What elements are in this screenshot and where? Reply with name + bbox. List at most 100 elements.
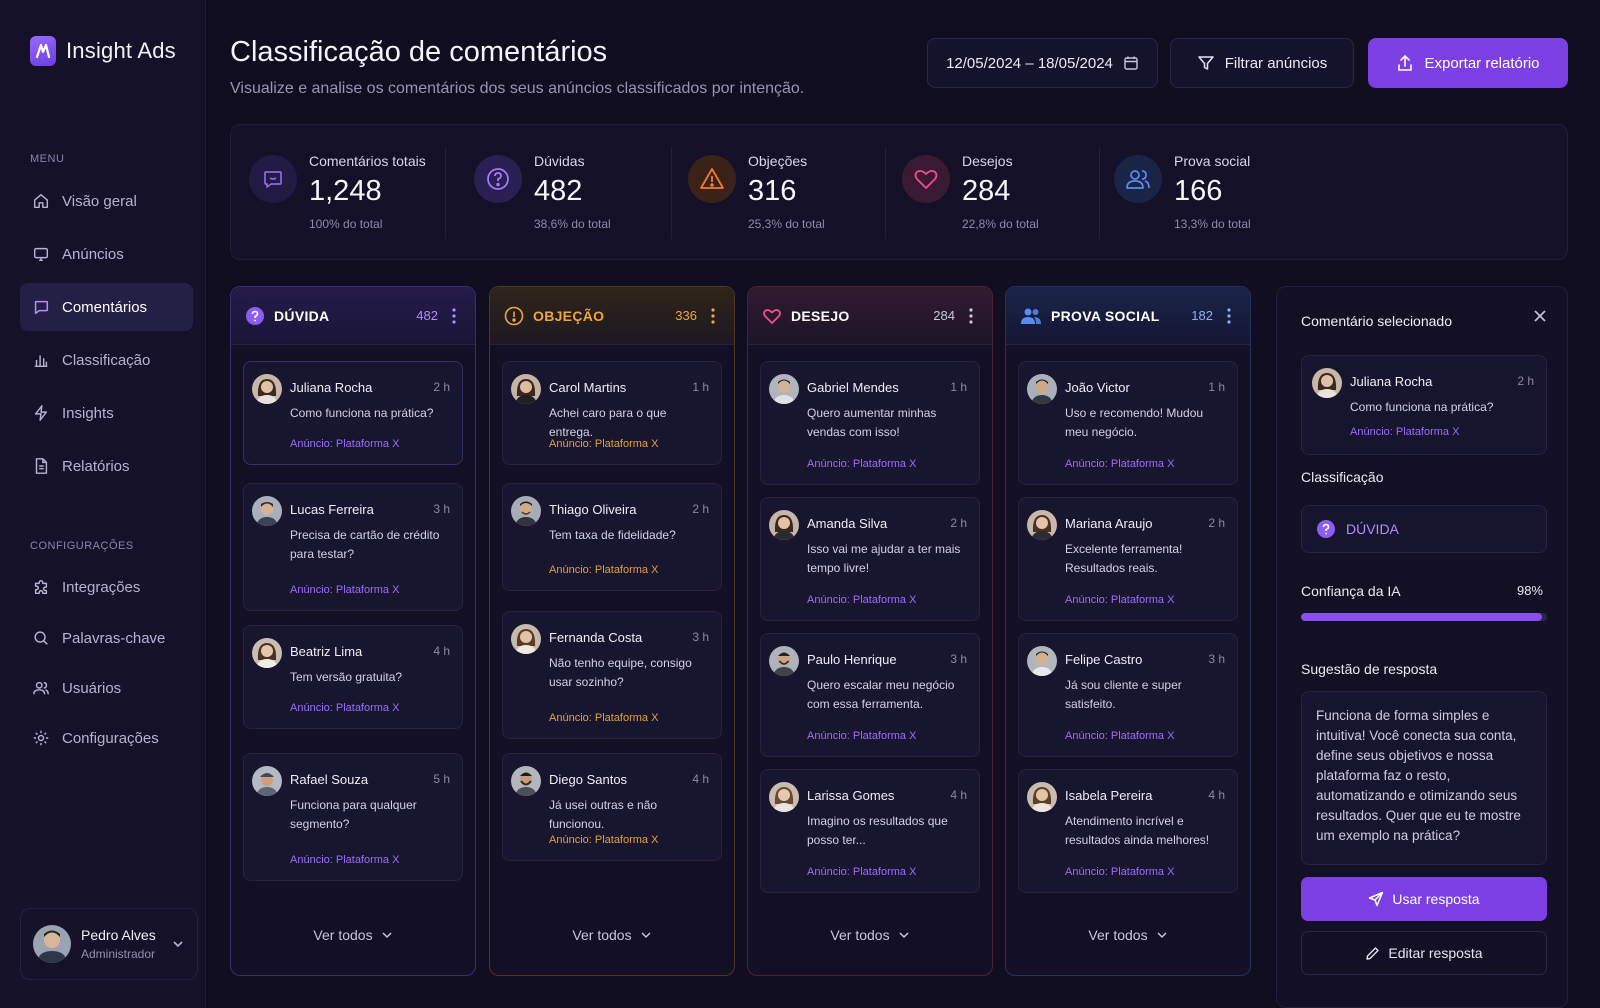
- ad-link[interactable]: Anúncio: Plataforma X: [549, 712, 658, 724]
- ad-link[interactable]: Anúncio: Plataforma X: [807, 458, 916, 470]
- stats-bar: Comentários totais 1,248 100% do total D…: [230, 124, 1568, 260]
- edit-reply-button[interactable]: Editar resposta: [1301, 931, 1547, 975]
- comment-time: 5 h: [433, 772, 450, 786]
- see-all-label: Ver todos: [313, 927, 373, 943]
- comment-card[interactable]: Amanda Silva 2 h Isso vai me ajudar a te…: [760, 497, 980, 621]
- ad-link[interactable]: Anúncio: Plataforma X: [549, 438, 658, 450]
- classification-label: Classificação: [1301, 469, 1384, 485]
- app-logo[interactable]: Insight Ads: [30, 36, 176, 66]
- chevron-down-icon: [173, 941, 183, 948]
- close-icon[interactable]: [1533, 309, 1547, 323]
- ad-link[interactable]: Anúncio: Plataforma X: [290, 584, 399, 596]
- ad-link[interactable]: Anúncio: Plataforma X: [807, 594, 916, 606]
- column-count: 482: [416, 308, 438, 323]
- comment-time: 2 h: [950, 516, 967, 530]
- comment-text: Quero aumentar minhas vendas com isso!: [807, 406, 937, 439]
- avatar: [252, 638, 282, 668]
- see-all-link[interactable]: Ver todos: [490, 927, 734, 943]
- ad-link[interactable]: Anúncio: Plataforma X: [290, 854, 399, 866]
- ad-link[interactable]: Anúncio: Plataforma X: [1065, 594, 1174, 606]
- commenter-name: Lucas Ferreira: [290, 502, 374, 517]
- more-options-icon[interactable]: [964, 307, 978, 324]
- comment-text: Achei caro para o que entrega.: [549, 406, 667, 439]
- comment-card[interactable]: Isabela Pereira 4 h Atendimento incrível…: [1018, 769, 1238, 893]
- comment-card[interactable]: Carol Martins 1 h Achei caro para o que …: [502, 361, 722, 465]
- use-reply-button[interactable]: Usar resposta: [1301, 877, 1547, 921]
- comment-card[interactable]: Paulo Henrique 3 h Quero escalar meu neg…: [760, 633, 980, 757]
- chat-icon: [249, 155, 297, 203]
- classification-select[interactable]: DÚVIDA: [1301, 505, 1547, 553]
- more-options-icon[interactable]: [706, 307, 720, 324]
- search-icon: [34, 631, 48, 645]
- nav-item-palavras-chave[interactable]: Palavras-chave: [20, 614, 193, 662]
- more-options-icon[interactable]: [1222, 307, 1236, 324]
- column-count: 284: [933, 308, 955, 323]
- user-name: Pedro Alves: [81, 927, 156, 943]
- commenter-name: Paulo Henrique: [807, 652, 897, 667]
- nav-item-insights[interactable]: Insights: [20, 389, 193, 437]
- ad-link[interactable]: Anúncio: Plataforma X: [290, 702, 399, 714]
- filter-ads-button[interactable]: Filtrar anúncios: [1170, 38, 1354, 88]
- nav-label: Integrações: [62, 578, 141, 596]
- comment-card[interactable]: Rafael Souza 5 h Funciona para qualquer …: [243, 753, 463, 881]
- heart-icon: [902, 155, 950, 203]
- ad-link[interactable]: Anúncio: Plataforma X: [549, 834, 658, 846]
- users-icon: [1114, 155, 1162, 203]
- nav-item-relatorios[interactable]: Relatórios: [20, 442, 193, 490]
- send-icon: [1369, 891, 1384, 907]
- ad-link[interactable]: Anúncio: Plataforma X: [1065, 866, 1174, 878]
- nav-item-visao-geral[interactable]: Visão geral: [20, 177, 193, 225]
- comment-time: 1 h: [692, 380, 709, 394]
- avatar: [33, 925, 71, 963]
- page-subtitle: Visualize e analise os comentários dos s…: [230, 80, 805, 97]
- comment-time: 2 h: [1517, 374, 1534, 388]
- column-desejo: DESEJO 284 Gabriel Mendes 1 h Quero aume…: [747, 286, 993, 976]
- column-title: DESEJO: [791, 307, 850, 324]
- users-icon: [1021, 308, 1041, 324]
- heart-icon: [763, 308, 781, 324]
- ad-link[interactable]: Anúncio: Plataforma X: [290, 438, 399, 450]
- filter-label: Filtrar anúncios: [1224, 54, 1328, 72]
- comment-text: Não tenho equipe, consigo usar sozinho?: [549, 656, 692, 689]
- more-options-icon[interactable]: [447, 307, 461, 324]
- comment-card[interactable]: Fernanda Costa 3 h Não tenho equipe, con…: [502, 611, 722, 739]
- ad-link[interactable]: Anúncio: Plataforma X: [1065, 458, 1174, 470]
- ad-link[interactable]: Anúncio: Plataforma X: [1350, 426, 1459, 438]
- comment-card[interactable]: Juliana Rocha 2 h Como funciona na práti…: [243, 361, 463, 465]
- date-range-picker[interactable]: 12/05/2024 – 18/05/2024: [927, 38, 1158, 88]
- nav-item-configuracoes[interactable]: Configurações: [20, 714, 193, 762]
- nav-item-classificacao[interactable]: Classificação: [20, 336, 193, 384]
- comment-card[interactable]: Mariana Araujo 2 h Excelente ferramenta!…: [1018, 497, 1238, 621]
- comment-card[interactable]: Gabriel Mendes 1 h Quero aumentar minhas…: [760, 361, 980, 485]
- ad-link[interactable]: Anúncio: Plataforma X: [807, 866, 916, 878]
- avatar: [769, 646, 799, 676]
- comment-card[interactable]: Diego Santos 4 h Já usei outras e não fu…: [502, 753, 722, 861]
- comment-card[interactable]: Felipe Castro 3 h Já sou cliente e super…: [1018, 633, 1238, 757]
- comment-text: Tem versão gratuita?: [290, 670, 403, 684]
- comment-card[interactable]: Larissa Gomes 4 h Imagino os resultados …: [760, 769, 980, 893]
- comment-card[interactable]: Thiago Oliveira 2 h Tem taxa de fidelida…: [502, 483, 722, 591]
- nav-item-anuncios[interactable]: Anúncios: [20, 230, 193, 278]
- ad-link[interactable]: Anúncio: Plataforma X: [1065, 730, 1174, 742]
- see-all-link[interactable]: Ver todos: [748, 927, 992, 943]
- see-all-link[interactable]: Ver todos: [231, 927, 475, 943]
- nav-item-integracoes[interactable]: Integrações: [20, 563, 193, 611]
- avatar: [769, 782, 799, 812]
- ad-link[interactable]: Anúncio: Plataforma X: [549, 564, 658, 576]
- comment-card[interactable]: Beatriz Lima 4 h Tem versão gratuita? An…: [243, 625, 463, 729]
- ad-link[interactable]: Anúncio: Plataforma X: [807, 730, 916, 742]
- column-objecao: OBJEÇÃO 336 Carol Martins 1 h Achei caro…: [489, 286, 735, 976]
- comment-text: Imagino os resultados que posso ter...: [807, 814, 948, 847]
- nav-label: Relatórios: [62, 457, 130, 475]
- commenter-name: Mariana Araujo: [1065, 516, 1153, 531]
- export-report-button[interactable]: Exportar relatório: [1368, 38, 1568, 88]
- nav-item-comentarios[interactable]: Comentários: [20, 283, 193, 331]
- avatar: [1027, 510, 1057, 540]
- see-all-link[interactable]: Ver todos: [1006, 927, 1250, 943]
- comment-card[interactable]: Lucas Ferreira 3 h Precisa de cartão de …: [243, 483, 463, 611]
- comment-text: Quero escalar meu negócio com essa ferra…: [807, 678, 955, 711]
- avatar: [252, 496, 282, 526]
- comment-card[interactable]: João Victor 1 h Uso e recomendo! Mudou m…: [1018, 361, 1238, 485]
- nav-item-usuarios[interactable]: Usuários: [20, 664, 193, 712]
- user-menu[interactable]: Pedro Alves Administrador: [20, 908, 198, 980]
